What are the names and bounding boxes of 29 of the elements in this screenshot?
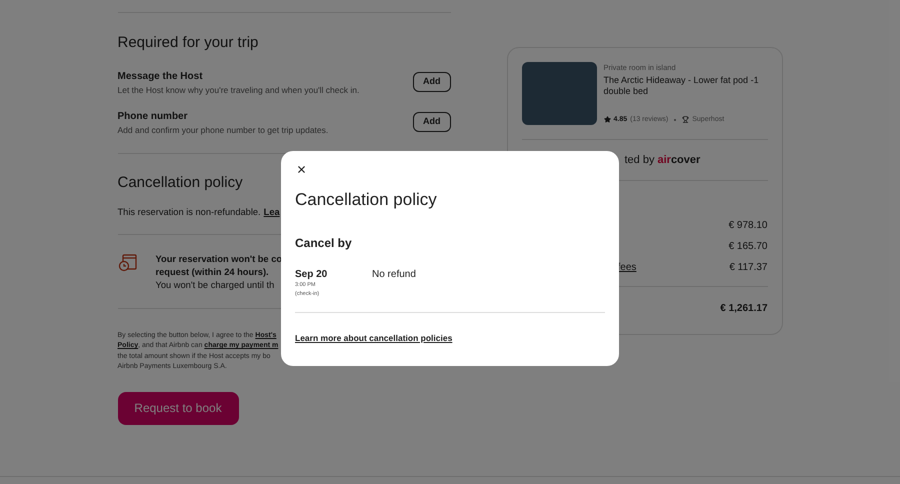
trophy-icon: [682, 116, 690, 124]
section-heading: Cancellation policy: [118, 172, 244, 192]
request-to-book-button[interactable]: Request to book: [118, 392, 238, 425]
price-amount: € 165.70: [728, 240, 768, 254]
total-amount: € 1,261.17: [720, 302, 768, 316]
price-amount: € 978.10: [728, 219, 768, 233]
section-heading: Required for your trip: [118, 33, 260, 53]
protection-text: ted by: [624, 152, 654, 168]
notice-text: request (within 24 hours).: [156, 266, 270, 279]
notice-text: You won't be charged until th: [156, 278, 276, 292]
requirement-title: Phone number: [118, 110, 189, 124]
modal-title: Cancellation policy: [295, 189, 438, 211]
policy-text: This reservation is non-refundable.: [118, 206, 261, 219]
close-button[interactable]: [295, 163, 307, 175]
calendar-clock-icon: [118, 252, 138, 273]
price-amount: € 117.37: [729, 261, 768, 275]
aircover-logo: aircover: [657, 152, 700, 168]
requirement-description: Let the Host know why you're traveling and when you'll check in.: [118, 84, 360, 96]
listing-title: The Arctic Hideaway - Lower fat pod -1 double bed: [604, 75, 760, 98]
refund-text: No refund: [372, 269, 416, 282]
cancellation-policies-link[interactable]: Learn more about cancellation policies: [295, 332, 452, 345]
cancel-date: Sep 20: [295, 269, 328, 281]
requirement-title: Message the Host: [118, 70, 204, 84]
learn-more-link[interactable]: Lea: [264, 206, 280, 220]
add-button[interactable]: Add: [413, 72, 450, 92]
requirement-description: Add and confirm your phone number to get trip updates.: [118, 124, 328, 136]
add-button[interactable]: Add: [413, 112, 450, 132]
modal-subtitle: Cancel by: [295, 235, 353, 252]
star-icon: [604, 116, 610, 124]
